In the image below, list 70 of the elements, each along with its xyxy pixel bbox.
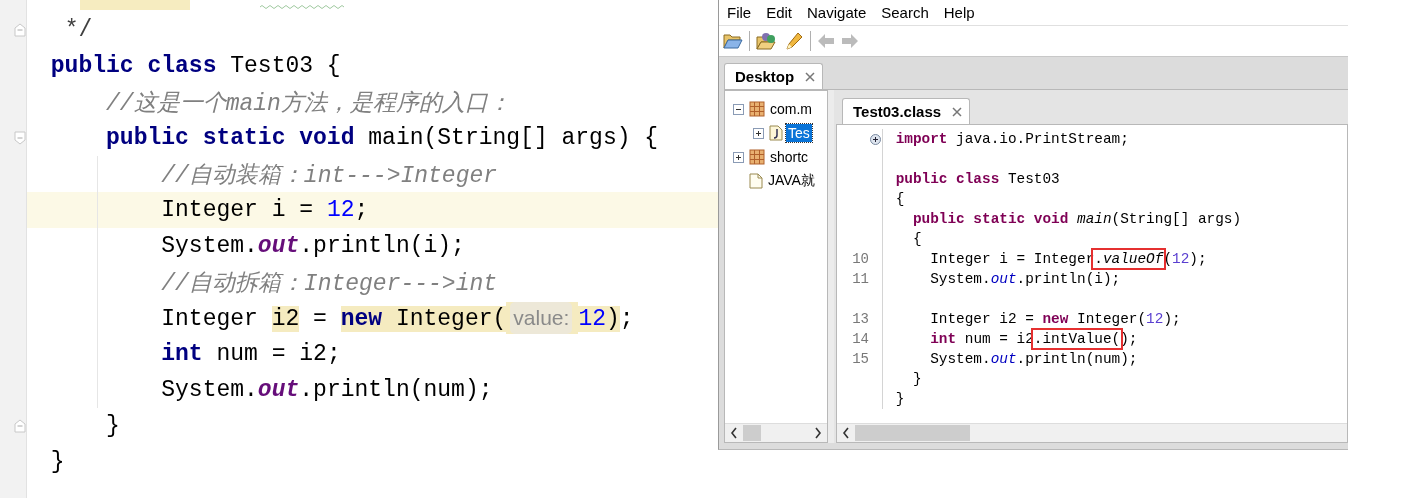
fold-marker-icon[interactable] [14, 23, 26, 37]
scroll-right-icon[interactable] [814, 427, 822, 439]
open-type-icon[interactable] [756, 32, 778, 50]
file-icon [749, 173, 763, 189]
tree-item[interactable]: shortc [768, 148, 811, 166]
code-text: } [106, 413, 120, 439]
tree-item[interactable]: JAVA就 [766, 171, 817, 191]
scroll-left-icon[interactable] [842, 427, 850, 439]
code-text: } [912, 371, 922, 387]
code-text: int num = i2; [161, 341, 341, 367]
tree-item[interactable]: com.m [768, 100, 814, 118]
tab[interactable]: Desktop [724, 63, 824, 89]
code-text: } [50, 449, 65, 475]
code-text: //自动拆箱：Integer--->int [161, 270, 498, 297]
line-number: 14 [852, 331, 869, 347]
code-text: Integer i2 = new Integer(12); [930, 311, 1181, 327]
code-text: public static void main(String[] args) { [106, 125, 659, 151]
code-text: */ [64, 17, 93, 43]
menu-item[interactable]: Help [943, 4, 984, 21]
java-file-icon [769, 125, 783, 141]
horizontal-scrollbar[interactable] [837, 423, 1347, 442]
code-text: } [895, 391, 905, 407]
code-text: System.out.println(i); [161, 233, 465, 259]
menu-item[interactable]: File [727, 4, 761, 21]
line-number: 11 [852, 271, 869, 287]
fold-marker-icon[interactable] [14, 419, 26, 433]
code-text: System.out.println(i); [930, 271, 1121, 287]
package-icon [749, 101, 765, 117]
scroll-thumb[interactable] [743, 425, 761, 441]
close-icon[interactable] [804, 70, 817, 83]
menu-item[interactable]: Edit [766, 4, 802, 21]
expand-icon[interactable] [869, 133, 881, 145]
tab-label: Test03.class [853, 103, 942, 120]
tab[interactable]: Test03.class [842, 98, 971, 124]
tree-item[interactable]: Tes [786, 124, 812, 142]
code-text: (12); [1163, 251, 1207, 267]
code-text: public class Test03 { [50, 53, 341, 79]
open-folder-icon[interactable] [723, 32, 743, 50]
code-text: public static void main(String[] args) [912, 211, 1242, 227]
code-text: ); [1120, 331, 1138, 347]
scroll-thumb[interactable] [855, 425, 970, 441]
code-text: Integer i = 12; [161, 197, 369, 223]
code-text: { [912, 231, 922, 247]
boxed-code: .intValue( [1033, 331, 1121, 347]
expand-icon[interactable] [753, 127, 764, 139]
horizontal-scrollbar[interactable] [725, 423, 827, 442]
parameter-hint: value: [510, 302, 573, 334]
code-text: Integer i2 = new Integer( [161, 306, 507, 332]
scroll-left-icon[interactable] [730, 427, 738, 439]
collapse-icon[interactable] [733, 103, 744, 115]
menu-item[interactable]: Search [881, 4, 938, 21]
line-number: 15 [852, 351, 869, 367]
code-text: System.out.println(num); [930, 351, 1138, 367]
code-text: //这是一个main方法，是程序的入口： [106, 90, 511, 117]
code-text: Integer i = Integer [930, 251, 1095, 267]
code-text: import java.io.PrintStream; [895, 131, 1129, 147]
expand-icon[interactable] [733, 151, 744, 163]
close-icon[interactable] [951, 105, 964, 118]
code-text: { [895, 191, 905, 207]
fold-marker-icon[interactable] [14, 131, 26, 145]
menu-item[interactable]: Navigate [807, 4, 876, 21]
code-text: public class Test03 [895, 171, 1060, 187]
line-number: 13 [852, 311, 869, 327]
code-text: System.out.println(num); [161, 377, 493, 403]
line-number: 10 [852, 251, 869, 267]
tab-label: Desktop [735, 68, 795, 85]
pencil-icon[interactable] [784, 31, 804, 51]
code-text: //自动装箱：int--->Integer [161, 162, 498, 189]
package-icon [749, 149, 765, 165]
boxed-code: .valueOf [1094, 251, 1164, 267]
